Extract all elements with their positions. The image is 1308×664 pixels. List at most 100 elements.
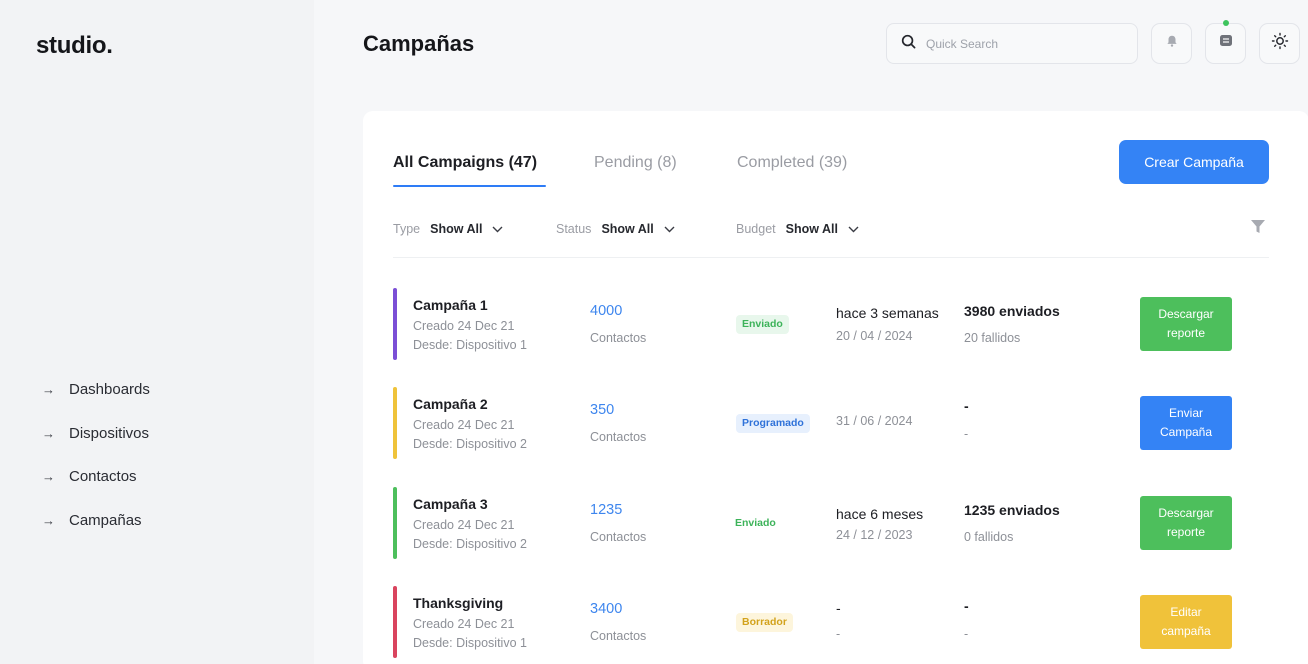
status-badge: Programado	[736, 414, 810, 433]
campaign-device: Desde: Dispositivo 1	[413, 338, 527, 352]
contacts-count[interactable]: 350	[590, 402, 614, 418]
theme-toggle-button[interactable]	[1259, 23, 1300, 64]
send-date: 31 / 06 / 2024	[836, 414, 913, 428]
sent-count: 3980 enviados	[964, 303, 1060, 319]
failed-count: 20 fallidos	[964, 331, 1021, 345]
tab-pending[interactable]: Pending (8)	[594, 154, 677, 172]
contacts-label: Contactos	[590, 530, 647, 544]
page-title: Campañas	[363, 31, 475, 56]
row-accent-bar	[393, 586, 397, 658]
campaign-created: Creado 24 Dec 21	[413, 319, 515, 333]
search-input[interactable]	[926, 36, 1116, 51]
notification-dot	[1223, 20, 1229, 26]
action-label: Editar campaña	[1161, 605, 1211, 638]
quick-search[interactable]	[886, 23, 1138, 64]
message-icon	[1218, 33, 1234, 54]
filter-label: Type	[393, 222, 421, 236]
campaign-device: Desde: Dispositivo 2	[413, 537, 527, 551]
send-campaign-button[interactable]: Enviar Campaña	[1140, 396, 1232, 450]
arrow-right-icon: →	[42, 512, 55, 528]
status-badge: Enviado	[729, 514, 782, 533]
filter-value: Show All	[601, 222, 654, 236]
chevron-down-icon	[664, 222, 675, 236]
filter-budget[interactable]: Budget Show All	[736, 222, 859, 236]
edit-campaign-button[interactable]: Editar campaña	[1140, 595, 1232, 649]
search-icon	[901, 34, 916, 54]
status-badge: Enviado	[736, 315, 789, 334]
failed-count: -	[964, 427, 969, 441]
tab-all-campaigns[interactable]: All Campaigns (47)	[393, 154, 537, 172]
campaign-name: Campaña 2	[413, 396, 488, 412]
campaigns-card: All Campaigns (47) Pending (8) Completed…	[363, 111, 1308, 664]
active-tab-indicator	[393, 185, 546, 187]
sidebar-item-campanas[interactable]: → Campañas	[42, 499, 150, 543]
failed-count: -	[964, 627, 969, 641]
campaign-created: Creado 24 Dec 21	[413, 518, 515, 532]
sun-icon	[1271, 32, 1289, 55]
chevron-down-icon	[848, 222, 859, 236]
action-label: Descargar reporte	[1158, 307, 1214, 340]
sent-count: -	[964, 398, 969, 414]
sidebar-item-label: Dashboards	[69, 381, 150, 399]
sent-count: -	[964, 598, 969, 614]
bell-icon	[1165, 34, 1179, 53]
failed-count: 0 fallidos	[964, 530, 1014, 544]
status-badge: Borrador	[736, 613, 793, 632]
contacts-label: Contactos	[590, 331, 647, 345]
row-accent-bar	[393, 387, 397, 459]
create-campaign-button[interactable]: Crear Campaña	[1119, 140, 1269, 184]
campaign-row[interactable]: Campaña 2 Creado 24 Dec 21 Desde: Dispos…	[393, 387, 1269, 459]
chevron-down-icon	[492, 222, 503, 236]
action-label: Descargar reporte	[1158, 506, 1214, 539]
campaign-name: Campaña 3	[413, 496, 488, 512]
sidebar-item-dashboards[interactable]: → Dashboards	[42, 368, 150, 412]
sidebar-item-contactos[interactable]: → Contactos	[42, 455, 150, 499]
relative-time: hace 6 meses	[836, 506, 924, 522]
send-date: 24 / 12 / 2023	[836, 528, 913, 542]
sidebar-item-label: Contactos	[69, 468, 137, 486]
divider	[393, 257, 1269, 258]
campaign-name: Campaña 1	[413, 297, 488, 313]
filter-value: Show All	[785, 222, 838, 236]
relative-time: -	[836, 600, 841, 616]
download-report-button[interactable]: Descargar reporte	[1140, 496, 1232, 550]
action-label: Enviar Campaña	[1159, 406, 1213, 439]
notifications-button[interactable]	[1151, 23, 1192, 64]
campaign-created: Creado 24 Dec 21	[413, 617, 515, 631]
relative-time: hace 3 semanas	[836, 305, 939, 321]
filter-label: Status	[556, 222, 592, 236]
contacts-count[interactable]: 4000	[590, 303, 622, 319]
sidebar-item-label: Campañas	[69, 511, 142, 529]
filter-funnel-icon[interactable]	[1250, 217, 1266, 240]
arrow-right-icon: →	[42, 425, 55, 441]
send-date: 20 / 04 / 2024	[836, 329, 913, 343]
contacts-label: Contactos	[590, 430, 647, 444]
campaign-name: Thanksgiving	[413, 595, 504, 611]
campaign-device: Desde: Dispositivo 2	[413, 437, 527, 451]
campaign-created: Creado 24 Dec 21	[413, 418, 515, 432]
filter-type[interactable]: Type Show All	[393, 222, 503, 236]
sidebar-item-dispositivos[interactable]: → Dispositivos	[42, 412, 150, 456]
campaign-row[interactable]: Campaña 3 Creado 24 Dec 21 Desde: Dispos…	[393, 487, 1269, 559]
contacts-count[interactable]: 1235	[590, 502, 622, 518]
tab-completed[interactable]: Completed (39)	[737, 154, 847, 172]
send-date: -	[836, 627, 841, 641]
campaign-device: Desde: Dispositivo 1	[413, 636, 527, 650]
sidebar-nav: → Dashboards → Dispositivos → Contactos …	[42, 368, 150, 542]
sidebar: studio. → Dashboards → Dispositivos → Co…	[0, 0, 314, 664]
row-accent-bar	[393, 288, 397, 360]
arrow-right-icon: →	[42, 469, 55, 485]
campaign-row[interactable]: Thanksgiving Creado 24 Dec 21 Desde: Dis…	[393, 586, 1269, 658]
download-report-button[interactable]: Descargar reporte	[1140, 297, 1232, 351]
row-accent-bar	[393, 487, 397, 559]
sent-count: 1235 enviados	[964, 502, 1060, 518]
contacts-label: Contactos	[590, 629, 647, 643]
filter-value: Show All	[430, 222, 483, 236]
contacts-count[interactable]: 3400	[590, 601, 622, 617]
main-content: Campañas All Campaigns (47) Pending (8) …	[314, 0, 1308, 664]
arrow-right-icon: →	[42, 382, 55, 398]
filter-status[interactable]: Status Show All	[556, 222, 675, 236]
app-logo[interactable]: studio.	[36, 32, 113, 60]
campaign-row[interactable]: Campaña 1 Creado 24 Dec 21 Desde: Dispos…	[393, 288, 1269, 360]
messages-button[interactable]	[1205, 20, 1246, 64]
